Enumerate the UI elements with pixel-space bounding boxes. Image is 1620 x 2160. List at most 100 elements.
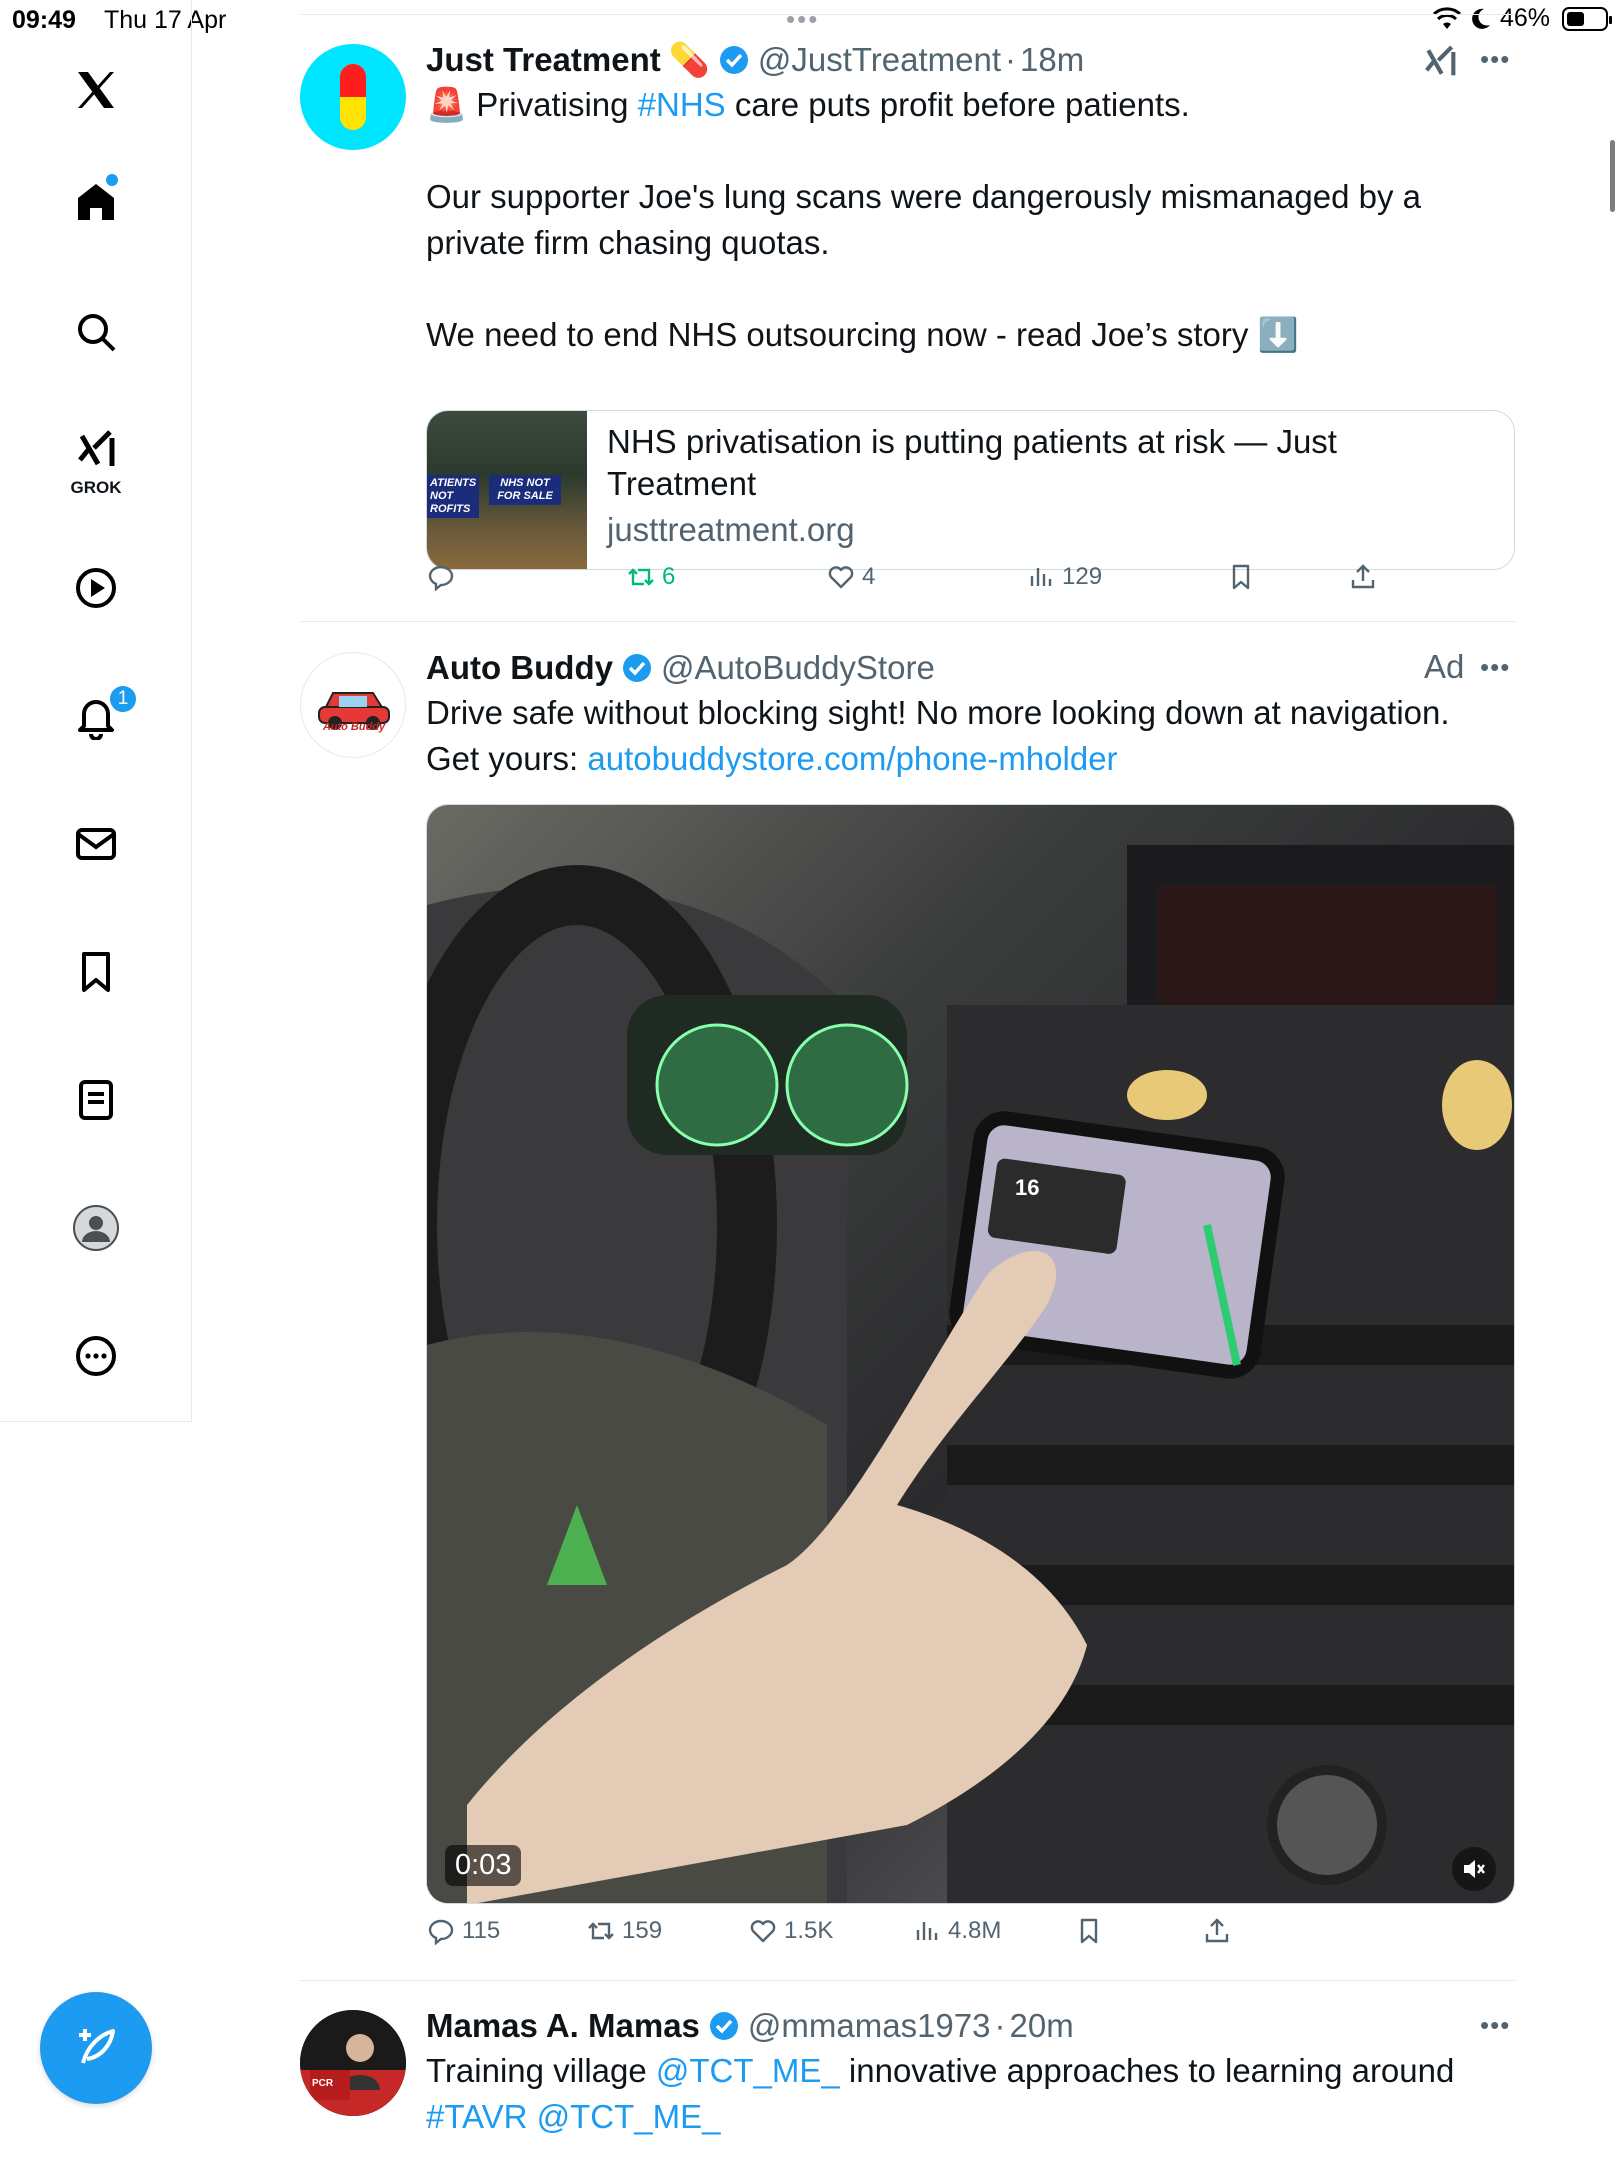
link-card[interactable]: ATIENTS NOT ROFITS NHS NOT FOR SALE NHS … xyxy=(426,410,1515,570)
pill-avatar-icon xyxy=(340,64,366,130)
author-handle[interactable]: @JustTreatment xyxy=(758,40,1001,80)
search-icon[interactable] xyxy=(66,302,126,362)
retweet-icon xyxy=(588,1922,614,1940)
bookmark-icon xyxy=(1080,1918,1098,1944)
tweet-text: Drive safe without blocking sight! No mo… xyxy=(426,690,1515,782)
moon-icon xyxy=(1472,8,1490,29)
lists-icon[interactable] xyxy=(66,1070,126,1130)
avatar[interactable]: PCR xyxy=(300,2010,406,2116)
reply-count: 115 xyxy=(462,1917,501,1944)
avatar[interactable]: Auto Buddy xyxy=(300,652,406,758)
separator: · xyxy=(994,2007,1006,2044)
status-indicators: 46% xyxy=(1432,4,1612,33)
reply-icon xyxy=(428,565,454,592)
x-logo-icon[interactable] xyxy=(66,60,126,120)
views-button[interactable]: 4.8M xyxy=(912,1916,1001,1946)
more-options-icon[interactable]: ••• xyxy=(1480,652,1510,683)
status-bar: 09:49 Thu 17 Apr ••• 46% xyxy=(0,0,1620,40)
tweet-time[interactable]: 20m xyxy=(1010,2006,1074,2046)
tweet-time[interactable]: 18m xyxy=(1020,40,1084,80)
messages-mail-icon[interactable] xyxy=(66,814,126,874)
video-play-icon[interactable] xyxy=(66,558,126,618)
profile-avatar-icon[interactable] xyxy=(66,1198,126,1258)
verified-badge-icon xyxy=(622,654,651,682)
speaker-photo-avatar xyxy=(300,2010,406,2116)
reply-icon xyxy=(428,1919,454,1946)
card-title: NHS privatisation is putting patients at… xyxy=(607,423,1337,502)
bookmark-icon xyxy=(1232,564,1250,590)
tweet-header: Mamas A. Mamas @mmamas1973 · 20m xyxy=(426,2006,1515,2046)
grok-label: GROK xyxy=(70,478,122,497)
view-count: 129 xyxy=(1062,563,1103,590)
view-count: 4.8M xyxy=(948,1917,1002,1944)
ad-label: Ad xyxy=(1424,648,1465,685)
compose-button[interactable] xyxy=(40,1992,152,2104)
share-icon xyxy=(1205,1918,1229,1943)
speaker-muted-icon xyxy=(1464,1860,1485,1878)
bookmark-button[interactable] xyxy=(1226,562,1256,592)
retweet-button[interactable]: 159 xyxy=(586,1916,662,1946)
video-duration: 0:03 xyxy=(445,1845,522,1886)
author-name[interactable]: Just Treatment xyxy=(426,40,661,80)
views-chart-icon xyxy=(916,1922,938,1940)
like-button[interactable]: 4 xyxy=(826,562,875,592)
text-paragraph: Our supporter Joe's lung scans were dang… xyxy=(426,178,1421,261)
home-notification-dot xyxy=(106,174,118,186)
tweet-actions: 6 4 129 xyxy=(426,562,1476,602)
multitasking-dots-icon[interactable]: ••• xyxy=(786,4,819,35)
bookmarks-icon[interactable] xyxy=(66,942,126,1002)
hashtag-link[interactable]: #NHS xyxy=(638,86,726,123)
share-icon xyxy=(1351,564,1375,589)
author-handle[interactable]: @AutoBuddyStore xyxy=(661,648,935,688)
text-segment: care puts profit before patients. xyxy=(725,86,1190,123)
mention-link[interactable]: @TCT_ME_ xyxy=(656,2052,840,2089)
text-segment: Privatising xyxy=(476,86,638,123)
share-button[interactable] xyxy=(1202,1916,1232,1946)
like-button[interactable]: 1.5K xyxy=(748,1916,833,1946)
share-button[interactable] xyxy=(1348,562,1378,592)
more-circle-icon[interactable] xyxy=(66,1326,126,1386)
author-handle[interactable]: @mmamas1973 xyxy=(748,2006,991,2046)
reply-button[interactable] xyxy=(426,562,462,592)
mention-link[interactable]: @TCT_ME_ xyxy=(537,2098,721,2135)
hashtag-link[interactable]: #TAVR xyxy=(426,2098,527,2135)
card-sign-right: NHS NOT FOR SALE xyxy=(489,475,561,505)
down-arrow-emoji: ⬇️ xyxy=(1257,316,1299,353)
tweet-auto-buddy-ad[interactable]: Auto Buddy Auto Buddy @AutoBuddyStore Dr… xyxy=(300,648,1515,1978)
tweet-divider xyxy=(300,1980,1515,1981)
bookmark-button[interactable] xyxy=(1074,1916,1104,1946)
author-name[interactable]: Mamas A. Mamas xyxy=(426,2006,700,2046)
scrollbar[interactable] xyxy=(1610,140,1615,212)
tweet-text: Training village @TCT_ME_ innovative app… xyxy=(426,2048,1515,2140)
more-options-icon[interactable]: ••• xyxy=(1480,44,1510,75)
top-divider xyxy=(300,14,1515,15)
separator: · xyxy=(1005,41,1017,78)
compose-quill-icon xyxy=(79,2029,115,2064)
author-name[interactable]: Auto Buddy xyxy=(426,648,613,688)
wifi-icon xyxy=(1432,6,1461,29)
tweet-mamas[interactable]: PCR Mamas A. Mamas @mmamas1973 · 20m Tra… xyxy=(300,2006,1515,2160)
views-button[interactable]: 129 xyxy=(1026,562,1102,592)
card-thumbnail: ATIENTS NOT ROFITS NHS NOT FOR SALE xyxy=(427,411,587,569)
avatar-label: Auto Buddy xyxy=(322,721,386,733)
mute-button[interactable] xyxy=(1452,1847,1496,1891)
more-options-icon[interactable]: ••• xyxy=(1480,2010,1510,2041)
grok-analyze-icon[interactable] xyxy=(1420,42,1460,87)
ad-link[interactable]: autobuddystore.com/phone-mholder xyxy=(587,740,1117,777)
retweet-button[interactable]: 6 xyxy=(626,562,675,592)
like-count: 1.5K xyxy=(784,1917,834,1944)
tweet-header: Just Treatment 💊 @JustTreatment · 18m xyxy=(426,40,1515,80)
card-domain: justtreatment.org xyxy=(607,511,855,548)
text-segment xyxy=(527,2098,536,2135)
car-avatar-icon xyxy=(318,692,390,730)
card-sign-left: ATIENTS NOT ROFITS xyxy=(427,475,479,518)
avatar[interactable] xyxy=(300,44,406,150)
phone-screen-label: 16 xyxy=(1015,1175,1040,1200)
video-player[interactable]: 16 0:03 xyxy=(426,804,1515,1904)
grok-icon[interactable] xyxy=(66,420,126,480)
notifications-badge: 1 xyxy=(108,684,138,714)
text-segment: Training village xyxy=(426,2052,656,2089)
pill-emoji: 💊 xyxy=(668,41,710,78)
tweet-just-treatment[interactable]: Just Treatment 💊 @JustTreatment · 18m 🚨 … xyxy=(300,40,1515,620)
reply-button[interactable]: 115 xyxy=(426,1916,500,1946)
